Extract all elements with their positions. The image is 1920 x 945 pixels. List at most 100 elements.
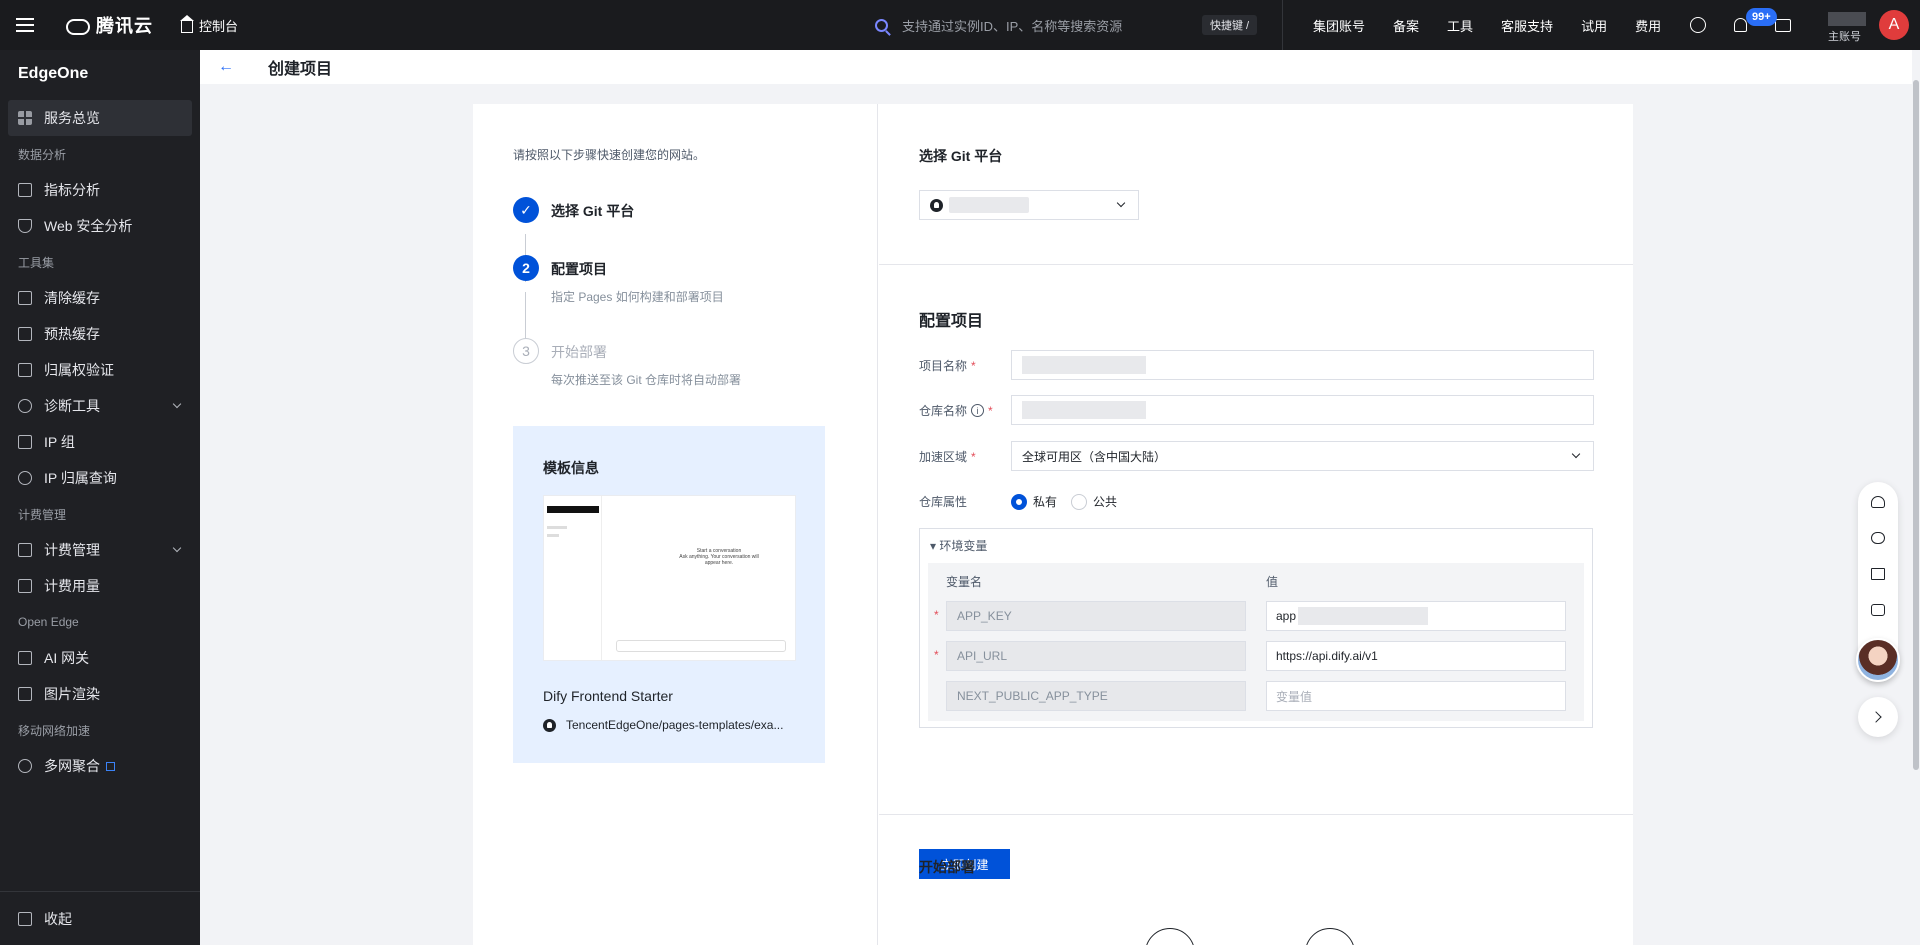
check-icon: ✓ bbox=[513, 197, 539, 223]
sidebar-item-label: 服务总览 bbox=[44, 110, 100, 126]
cart-icon[interactable] bbox=[1775, 18, 1791, 32]
sidebar-item-label: 预热缓存 bbox=[44, 326, 100, 342]
chevron-down-icon bbox=[1571, 449, 1581, 459]
github-icon bbox=[1305, 928, 1355, 945]
top-link-trial[interactable]: 试用 bbox=[1581, 16, 1607, 35]
project-name-input[interactable] bbox=[1011, 350, 1594, 380]
search-icon bbox=[18, 471, 32, 485]
env-value-field[interactable]: app bbox=[1266, 601, 1566, 631]
sidebar-item-ip-lookup[interactable]: IP 归属查询 bbox=[0, 460, 200, 496]
env-value-text: app bbox=[1276, 609, 1297, 623]
brand-logo[interactable]: 腾讯云 bbox=[64, 12, 153, 38]
sidebar-item-multi-network[interactable]: 多网聚合 bbox=[0, 748, 200, 784]
sidebar-item-ownership[interactable]: 归属权验证 bbox=[0, 352, 200, 388]
git-account-select[interactable] bbox=[919, 190, 1139, 220]
redacted-value bbox=[1022, 356, 1146, 374]
usage-icon bbox=[18, 579, 32, 593]
section-title: 选择 Git 平台 bbox=[919, 148, 1003, 164]
top-link-billing[interactable]: 费用 bbox=[1635, 16, 1661, 35]
top-link-support[interactable]: 客服支持 bbox=[1501, 16, 1553, 35]
env-value-field[interactable]: 变量值 bbox=[1266, 681, 1566, 711]
radio-label: 公共 bbox=[1093, 495, 1118, 509]
sidebar-item-ip-group[interactable]: IP 组 bbox=[0, 424, 200, 460]
chevron-right-icon[interactable] bbox=[1858, 697, 1898, 737]
external-link-icon bbox=[106, 761, 115, 771]
avatar[interactable]: A bbox=[1879, 10, 1909, 40]
env-vars-toggle[interactable]: ▾ 环境变量 bbox=[930, 537, 987, 554]
env-value-field[interactable]: https://api.dify.ai/v1 bbox=[1266, 641, 1566, 671]
billing-icon bbox=[18, 543, 32, 557]
radio-public[interactable]: 公共 bbox=[1071, 493, 1117, 510]
shortcut-hint: 快捷键 / bbox=[1202, 15, 1258, 35]
console-link[interactable]: 控制台 bbox=[180, 15, 239, 35]
pulse-icon bbox=[18, 399, 32, 413]
github-icon bbox=[543, 718, 556, 732]
sidebar-item-label: Web 安全分析 bbox=[44, 218, 133, 234]
radio-private[interactable]: 私有 bbox=[1011, 493, 1057, 510]
top-link-tools[interactable]: 工具 bbox=[1447, 16, 1473, 35]
bell-icon[interactable] bbox=[1734, 18, 1747, 32]
template-info: 模板信息 Start a conversation Ask anything. … bbox=[513, 426, 825, 763]
sidebar-item-diagnostics[interactable]: 诊断工具 bbox=[0, 388, 200, 424]
gateway-icon bbox=[18, 651, 32, 665]
sidebar-item-label: 归属权验证 bbox=[44, 362, 114, 378]
template-preview: Start a conversation Ask anything. Your … bbox=[543, 495, 796, 661]
sidebar-item-purge-cache[interactable]: 清除缓存 bbox=[0, 280, 200, 316]
download-icon bbox=[18, 327, 32, 341]
redacted-value bbox=[1298, 607, 1429, 625]
page-title: 创建项目 bbox=[268, 61, 333, 78]
sidebar-item-overview[interactable]: 服务总览 bbox=[8, 100, 192, 136]
sidebar-group-billing: 计费管理 bbox=[18, 507, 67, 522]
lab-icon[interactable] bbox=[1690, 17, 1706, 33]
book-icon[interactable] bbox=[1871, 568, 1885, 580]
scrollbar[interactable] bbox=[1912, 50, 1920, 945]
purge-icon bbox=[18, 291, 32, 305]
repo-type-radios: 私有 公共 bbox=[1011, 493, 1131, 510]
sidebar-group-open-edge: Open Edge bbox=[18, 615, 79, 629]
assistant-avatar[interactable] bbox=[1856, 638, 1900, 682]
hexagon-icon bbox=[18, 759, 32, 773]
account-menu[interactable]: 主账号 bbox=[1828, 12, 1866, 44]
sidebar: EdgeOne 服务总览 数据分析 指标分析 Web 安全分析 工具集 清除缓存… bbox=[0, 50, 200, 945]
top-links: 集团账号 备案 工具 客服支持 试用 费用 bbox=[1282, 0, 1675, 50]
sidebar-item-label: 指标分析 bbox=[44, 182, 100, 198]
step-title: 配置项目 bbox=[551, 261, 607, 277]
top-link-filing[interactable]: 备案 bbox=[1393, 16, 1419, 35]
repo-name-input[interactable] bbox=[1011, 395, 1594, 425]
sidebar-item-web-security[interactable]: Web 安全分析 bbox=[0, 208, 200, 244]
field-label: 仓库属性 bbox=[919, 493, 967, 510]
back-arrow-icon[interactable]: ← bbox=[218, 58, 234, 76]
global-search[interactable]: 支持通过实例ID、IP、名称等搜索资源 bbox=[875, 0, 1255, 50]
shield-icon bbox=[18, 219, 32, 233]
template-repo-link[interactable]: TencentEdgeOne/pages-templates/exa... bbox=[543, 718, 783, 732]
step-title: 选择 Git 平台 bbox=[551, 203, 635, 219]
sidebar-collapse[interactable]: 收起 bbox=[0, 891, 200, 945]
region-select[interactable]: 全球可用区（含中国大陆） bbox=[1011, 441, 1594, 471]
info-icon[interactable]: i bbox=[971, 404, 985, 417]
sidebar-item-billing[interactable]: 计费管理 bbox=[0, 532, 200, 568]
top-link-group-account[interactable]: 集团账号 bbox=[1313, 16, 1365, 35]
folder-icon bbox=[1145, 928, 1195, 945]
sidebar-item-label: 多网聚合 bbox=[44, 758, 100, 774]
create-project-card: 请按照以下步骤快速创建您的网站。 ✓ 选择 Git 平台 2 配置项目 指定 P… bbox=[473, 104, 1633, 945]
chevron-down-icon bbox=[172, 399, 182, 409]
headset-icon[interactable] bbox=[1871, 496, 1885, 508]
section-title: 开始部署 bbox=[919, 859, 975, 875]
sidebar-item-usage[interactable]: 计费用量 bbox=[0, 568, 200, 604]
chevron-down-icon bbox=[1116, 198, 1126, 208]
sidebar-item-ai-gateway[interactable]: AI 网关 bbox=[0, 640, 200, 676]
template-name: Dify Frontend Starter bbox=[543, 688, 673, 704]
required-mark: * bbox=[971, 358, 976, 373]
console-label: 控制台 bbox=[199, 18, 239, 34]
menu-icon[interactable] bbox=[0, 0, 50, 50]
chart-icon bbox=[18, 183, 32, 197]
cloud-icon[interactable] bbox=[1871, 532, 1885, 544]
sidebar-item-image-render[interactable]: 图片渲染 bbox=[0, 676, 200, 712]
sidebar-item-metrics[interactable]: 指标分析 bbox=[0, 172, 200, 208]
scrollbar-thumb[interactable] bbox=[1913, 80, 1919, 770]
feedback-icon[interactable] bbox=[1871, 604, 1885, 616]
sidebar-item-prefetch-cache[interactable]: 预热缓存 bbox=[0, 316, 200, 352]
top-icons bbox=[1680, 0, 1809, 50]
required-mark: * bbox=[988, 403, 993, 418]
cloud-logo-icon bbox=[64, 17, 90, 35]
